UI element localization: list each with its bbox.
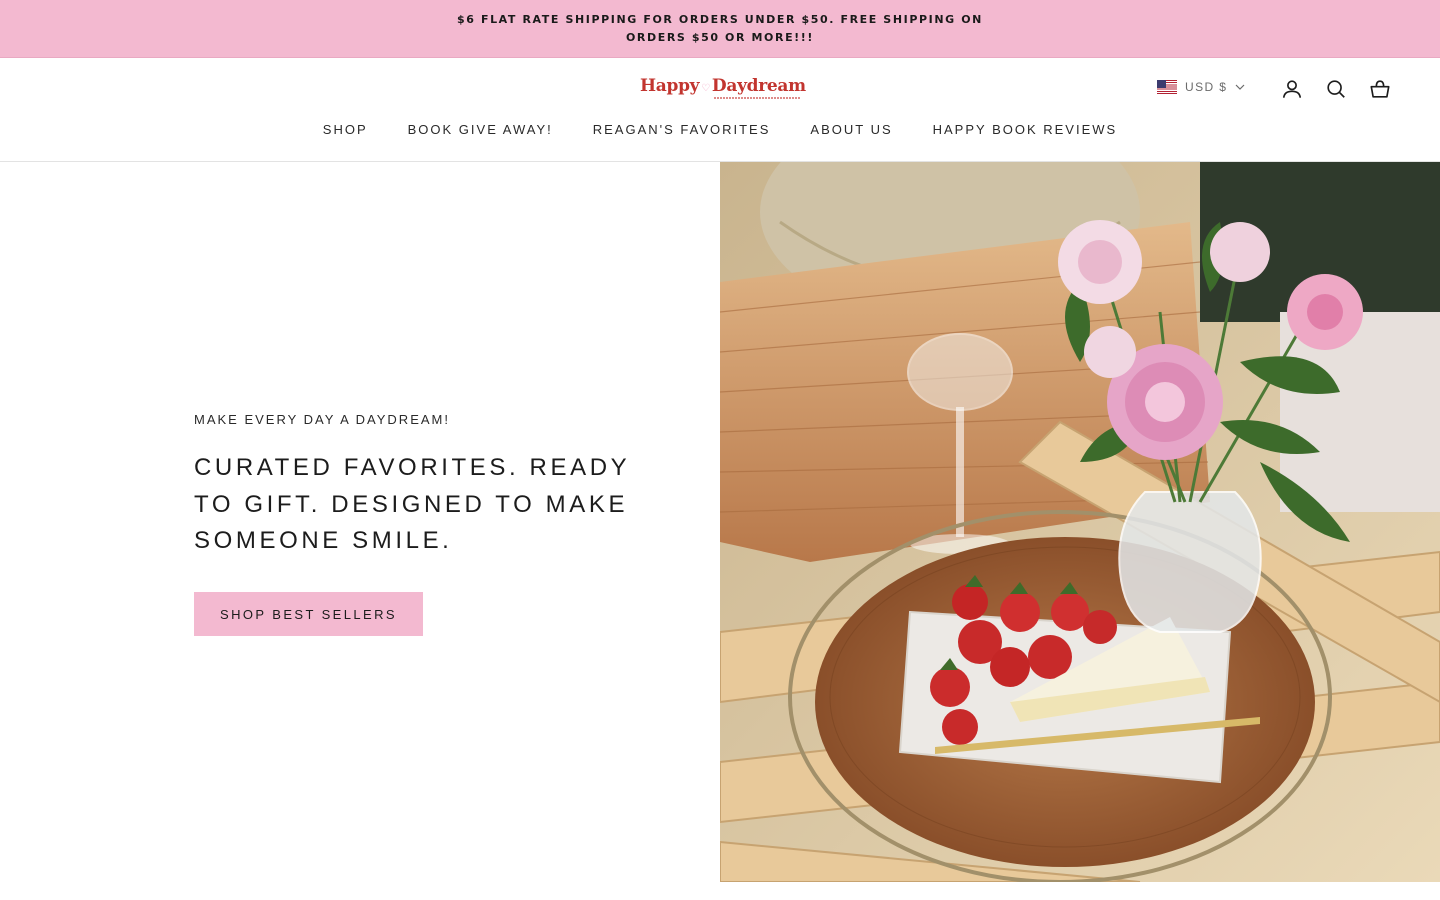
hero-headline: CURATED FAVORITES. READY TO GIFT. DESIGN… bbox=[194, 454, 630, 554]
currency-selector[interactable]: USD $ bbox=[1157, 80, 1245, 94]
logo[interactable]: Happy ♡ Daydream bbox=[640, 76, 806, 102]
heart-icon: ♡ bbox=[701, 83, 710, 94]
hero-image bbox=[720, 162, 1440, 882]
logo-wordmark: Happy ♡ Daydream bbox=[640, 76, 806, 96]
main-nav: SHOP BOOK GIVE AWAY! REAGAN'S FAVORITES … bbox=[0, 122, 1440, 137]
hero-section: MAKE EVERY DAY A DAYDREAM! CURATED FAVOR… bbox=[0, 162, 1440, 882]
logo-tagline-mark bbox=[714, 97, 800, 99]
nav-item-shop[interactable]: SHOP bbox=[303, 122, 388, 137]
nav-item-about-us[interactable]: ABOUT US bbox=[790, 122, 912, 137]
hero-text-panel: MAKE EVERY DAY A DAYDREAM! CURATED FAVOR… bbox=[0, 162, 720, 882]
search-icon bbox=[1327, 80, 1345, 98]
nav-item-happy-book-reviews[interactable]: HAPPY BOOK REVIEWS bbox=[913, 122, 1138, 137]
cart-icon bbox=[1370, 80, 1390, 98]
hero-photo-illustration bbox=[720, 162, 1440, 882]
search-button[interactable] bbox=[1324, 77, 1348, 101]
nav-item-book-give-away[interactable]: BOOK GIVE AWAY! bbox=[388, 122, 573, 137]
announcement-bar: $6 FLAT RATE SHIPPING FOR ORDERS UNDER $… bbox=[0, 0, 1440, 58]
nav-item-reagans-favorites[interactable]: REAGAN'S FAVORITES bbox=[573, 122, 791, 137]
currency-label: USD $ bbox=[1185, 80, 1228, 94]
account-icon bbox=[1282, 80, 1302, 98]
cart-button[interactable] bbox=[1368, 77, 1392, 101]
site-header: Happy ♡ Daydream USD $ SHOP BOOK GIVE AW… bbox=[0, 58, 1440, 162]
logo-word-happy: Happy bbox=[640, 76, 700, 96]
us-flag-icon bbox=[1157, 80, 1177, 94]
hero-eyebrow: MAKE EVERY DAY A DAYDREAM! bbox=[194, 412, 450, 427]
announcement-text: $6 FLAT RATE SHIPPING FOR ORDERS UNDER $… bbox=[457, 12, 983, 44]
chevron-down-icon bbox=[1235, 84, 1245, 90]
logo-word-daydream: Daydream bbox=[711, 76, 806, 96]
account-button[interactable] bbox=[1280, 77, 1304, 101]
shop-best-sellers-button[interactable]: SHOP BEST SELLERS bbox=[194, 592, 423, 636]
